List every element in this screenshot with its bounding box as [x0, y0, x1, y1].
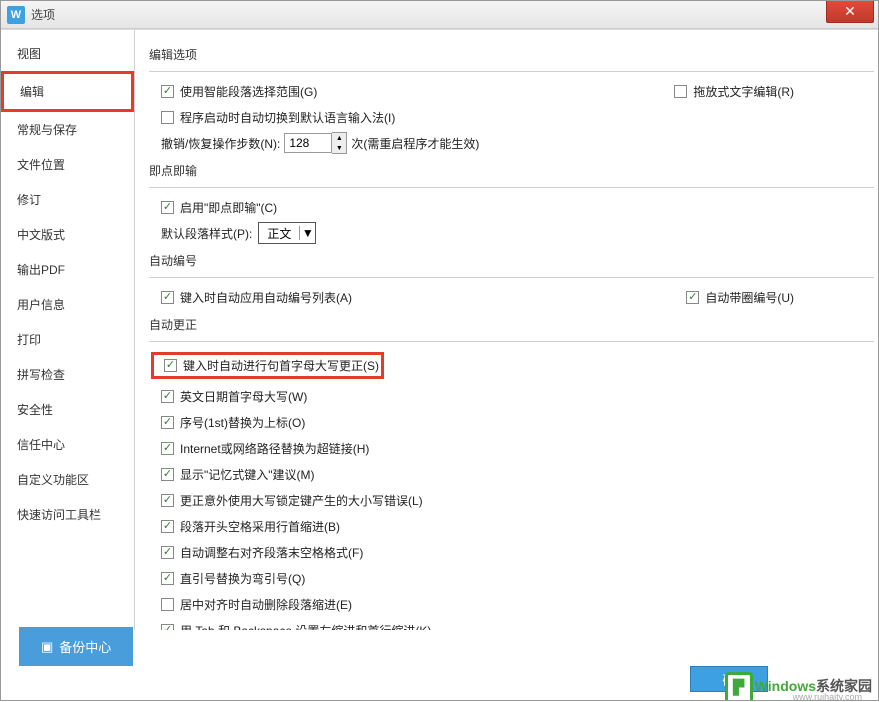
divider: [149, 187, 874, 188]
label-apply-list: 键入时自动应用自动编号列表(A): [180, 289, 352, 306]
checkbox-autocorrect-5[interactable]: [161, 494, 174, 507]
checkbox-autocorrect-2[interactable]: [161, 416, 174, 429]
main-area: 视图 编辑 常规与保存 文件位置 修订 中文版式 输出PDF 用户信息 打印 拼…: [1, 29, 878, 630]
label-drag-text: 拖放式文字编辑(R): [693, 83, 794, 100]
checkbox-autocorrect-10[interactable]: [161, 624, 174, 631]
sidebar-item-trust-center[interactable]: 信任中心: [1, 427, 134, 462]
select-default-style[interactable]: 正文 ▼: [258, 222, 316, 244]
checkbox-autocorrect-8[interactable]: [161, 572, 174, 585]
backup-icon: ▣: [41, 639, 53, 655]
undo-spinner[interactable]: ▲▼: [284, 132, 347, 154]
label-undo-suffix: 次(需重启程序才能生效): [351, 135, 479, 152]
checkbox-autocorrect-9[interactable]: [161, 598, 174, 611]
sidebar-item-view[interactable]: 视图: [1, 36, 134, 71]
backup-center-button[interactable]: ▣ 备份中心: [19, 627, 133, 666]
label-smart-paragraph: 使用智能段落选择范围(G): [180, 83, 317, 100]
checkbox-circle-number[interactable]: [686, 291, 699, 304]
checkbox-autocorrect-0[interactable]: [164, 359, 177, 372]
checkbox-smart-paragraph[interactable]: [161, 85, 174, 98]
divider: [149, 341, 874, 342]
label-autocorrect-1: 英文日期首字母大写(W): [180, 388, 307, 405]
checkbox-autocorrect-6[interactable]: [161, 520, 174, 533]
label-circle-number: 自动带圈编号(U): [705, 289, 794, 306]
divider: [149, 71, 874, 72]
sidebar-item-spellcheck[interactable]: 拼写检查: [1, 357, 134, 392]
label-auto-ime: 程序启动时自动切换到默认语言输入法(I): [180, 109, 395, 126]
content-panel: 编辑选项 使用智能段落选择范围(G) 拖放式文字编辑(R) 程序启动时自动切换到…: [135, 30, 878, 630]
checkbox-apply-list[interactable]: [161, 291, 174, 304]
label-autocorrect-7: 自动调整右对齐段落末空格格式(F): [180, 544, 363, 561]
label-enable-clicktype: 启用"即点即输"(C): [180, 199, 277, 216]
checkbox-auto-ime[interactable]: [161, 111, 174, 124]
checkbox-autocorrect-7[interactable]: [161, 546, 174, 559]
row-auto-number: 键入时自动应用自动编号列表(A) 自动带圈编号(U): [161, 286, 874, 308]
sidebar-item-print[interactable]: 打印: [1, 322, 134, 357]
window-title: 选项: [31, 6, 55, 23]
label-autocorrect-4: 显示"记忆式键入"建议(M): [180, 466, 315, 483]
spin-up-icon[interactable]: ▲: [332, 133, 346, 143]
label-autocorrect-6: 段落开头空格采用行首缩进(B): [180, 518, 340, 535]
checkbox-autocorrect-4[interactable]: [161, 468, 174, 481]
checkbox-enable-clicktype[interactable]: [161, 201, 174, 214]
section-auto-number: 自动编号: [149, 252, 874, 269]
sidebar-item-chinese-layout[interactable]: 中文版式: [1, 217, 134, 252]
label-autocorrect-9: 居中对齐时自动删除段落缩进(E): [180, 596, 352, 613]
label-autocorrect-3: Internet或网络路径替换为超链接(H): [180, 440, 369, 457]
row-enable-clicktype: 启用"即点即输"(C): [161, 196, 874, 218]
row-default-style: 默认段落样式(P): 正文 ▼: [161, 222, 874, 244]
spin-down-icon[interactable]: ▼: [332, 143, 346, 153]
label-autocorrect-0: 键入时自动进行句首字母大写更正(S): [183, 357, 379, 374]
backup-label: 备份中心: [59, 637, 111, 656]
checkbox-drag-text[interactable]: [674, 85, 687, 98]
divider: [149, 277, 874, 278]
label-autocorrect-5: 更正意外使用大写锁定键产生的大小写错误(L): [180, 492, 423, 509]
bottom-bar: ▣ 备份中心: [19, 627, 133, 666]
row-auto-ime: 程序启动时自动切换到默认语言输入法(I): [161, 106, 874, 128]
highlight-autocorrect-first: 键入时自动进行句首字母大写更正(S): [151, 352, 384, 379]
sidebar-item-user-info[interactable]: 用户信息: [1, 287, 134, 322]
sidebar-item-output-pdf[interactable]: 输出PDF: [1, 252, 134, 287]
undo-input[interactable]: [284, 133, 332, 153]
sidebar-item-general-save[interactable]: 常规与保存: [1, 112, 134, 147]
sidebar-item-quick-access[interactable]: 快速访问工具栏: [1, 497, 134, 532]
row-smart-drag: 使用智能段落选择范围(G) 拖放式文字编辑(R): [161, 80, 874, 102]
section-click-type: 即点即输: [149, 162, 874, 179]
chevron-down-icon: ▼: [299, 226, 315, 240]
sidebar-item-revision[interactable]: 修订: [1, 182, 134, 217]
label-autocorrect-10: 用 Tab 和 Backspace 设置左缩进和首行缩进(K): [180, 622, 431, 631]
checkbox-autocorrect-1[interactable]: [161, 390, 174, 403]
label-autocorrect-8: 直引号替换为弯引号(Q): [180, 570, 305, 587]
titlebar: W 选项 ✕: [1, 1, 878, 29]
sidebar: 视图 编辑 常规与保存 文件位置 修订 中文版式 输出PDF 用户信息 打印 拼…: [1, 30, 135, 630]
label-autocorrect-2: 序号(1st)替换为上标(O): [180, 414, 305, 431]
checkbox-autocorrect-3[interactable]: [161, 442, 174, 455]
section-auto-correct: 自动更正: [149, 316, 874, 333]
sidebar-item-security[interactable]: 安全性: [1, 392, 134, 427]
section-edit-options: 编辑选项: [149, 46, 874, 63]
sidebar-item-custom-ribbon[interactable]: 自定义功能区: [1, 462, 134, 497]
watermark-icon: ▛: [725, 672, 753, 700]
select-value: 正文: [259, 225, 299, 242]
sidebar-item-file-location[interactable]: 文件位置: [1, 147, 134, 182]
app-icon: W: [7, 6, 25, 24]
row-undo-steps: 撤销/恢复操作步数(N): ▲▼ 次(需重启程序才能生效): [161, 132, 874, 154]
watermark: ▛ Windows 系统家园 www.ruihaitv.com: [725, 672, 872, 700]
sidebar-item-edit[interactable]: 编辑: [1, 71, 134, 112]
label-undo: 撤销/恢复操作步数(N):: [161, 135, 280, 152]
label-default-style: 默认段落样式(P):: [161, 225, 252, 242]
close-button[interactable]: ✕: [826, 1, 874, 23]
